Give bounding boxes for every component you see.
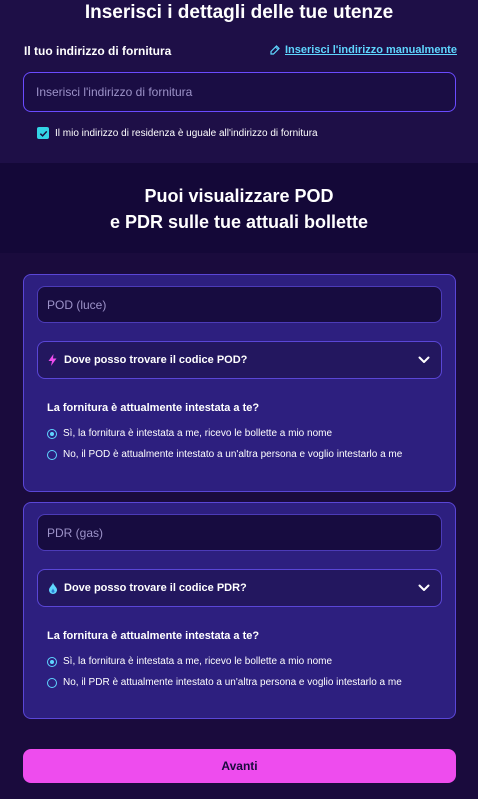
pod-option-yes-label: Sì, la fornitura è intestata a me, ricev… — [63, 428, 333, 439]
pod-input[interactable] — [37, 286, 442, 323]
info-band-line-2: e PDR sulle tue attuali bollette — [109, 212, 369, 232]
pdr-radio-yes[interactable] — [47, 657, 57, 667]
manual-address-link-label: Inserisci l'indirizzo manualmente — [285, 44, 457, 56]
chevron-down-icon — [418, 584, 430, 591]
pod-option-no[interactable]: No, il POD è attualmente intestato a un'… — [47, 448, 437, 462]
page-title: Inserisci i dettagli delle tue utenze — [84, 2, 394, 23]
edit-icon — [270, 45, 280, 55]
pdr-card: Dove posso trovare il codice PDR? La for… — [23, 502, 456, 719]
flame-drop-icon — [48, 582, 59, 595]
pdr-option-yes-label: Sì, la fornitura è intestata a me, ricev… — [63, 656, 333, 667]
pdr-option-no-label: No, il PDR è attualmente intestato a un'… — [63, 677, 402, 688]
pdr-help-accordion[interactable]: Dove posso trovare il codice PDR? — [37, 569, 442, 607]
next-button[interactable]: Avanti — [23, 749, 456, 783]
manual-address-link[interactable]: Inserisci l'indirizzo manualmente — [270, 44, 457, 56]
pdr-option-yes[interactable]: Sì, la fornitura è intestata a me, ricev… — [47, 655, 437, 669]
pdr-ownership-question: La fornitura è attualmente intestata a t… — [47, 630, 260, 642]
chevron-down-icon — [418, 356, 430, 363]
pod-help-label: Dove posso trovare il codice POD? — [64, 354, 248, 366]
address-label: Il tuo indirizzo di fornitura — [24, 44, 172, 58]
pod-card: Dove posso trovare il codice POD? La for… — [23, 274, 456, 492]
pdr-help-label: Dove posso trovare il codice PDR? — [64, 582, 247, 594]
pdr-radio-no[interactable] — [47, 678, 57, 688]
pod-option-yes[interactable]: Sì, la fornitura è intestata a me, ricev… — [47, 427, 437, 441]
pod-ownership-question: La fornitura è attualmente intestata a t… — [47, 402, 260, 414]
pod-help-accordion[interactable]: Dove posso trovare il codice POD? — [37, 341, 442, 379]
same-residence-label: Il mio indirizzo di residenza è uguale a… — [55, 127, 318, 139]
pdr-input[interactable] — [37, 514, 442, 551]
info-band-line-1: Puoi visualizzare POD — [144, 186, 334, 206]
pdr-option-no[interactable]: No, il PDR è attualmente intestato a un'… — [47, 676, 437, 690]
same-residence-checkbox[interactable] — [37, 127, 49, 139]
same-residence-row[interactable]: Il mio indirizzo di residenza è uguale a… — [37, 127, 318, 139]
checkmark-icon — [39, 130, 47, 137]
pod-radio-yes[interactable] — [47, 429, 57, 439]
address-section: Inserisci i dettagli delle tue utenze Il… — [0, 0, 478, 163]
info-band-title: Puoi visualizzare POD e PDR sulle tue at… — [0, 183, 478, 235]
address-input[interactable] — [23, 72, 456, 112]
lightning-icon — [48, 354, 59, 367]
pod-option-no-label: No, il POD è attualmente intestato a un'… — [63, 449, 403, 460]
pod-radio-no[interactable] — [47, 450, 57, 460]
